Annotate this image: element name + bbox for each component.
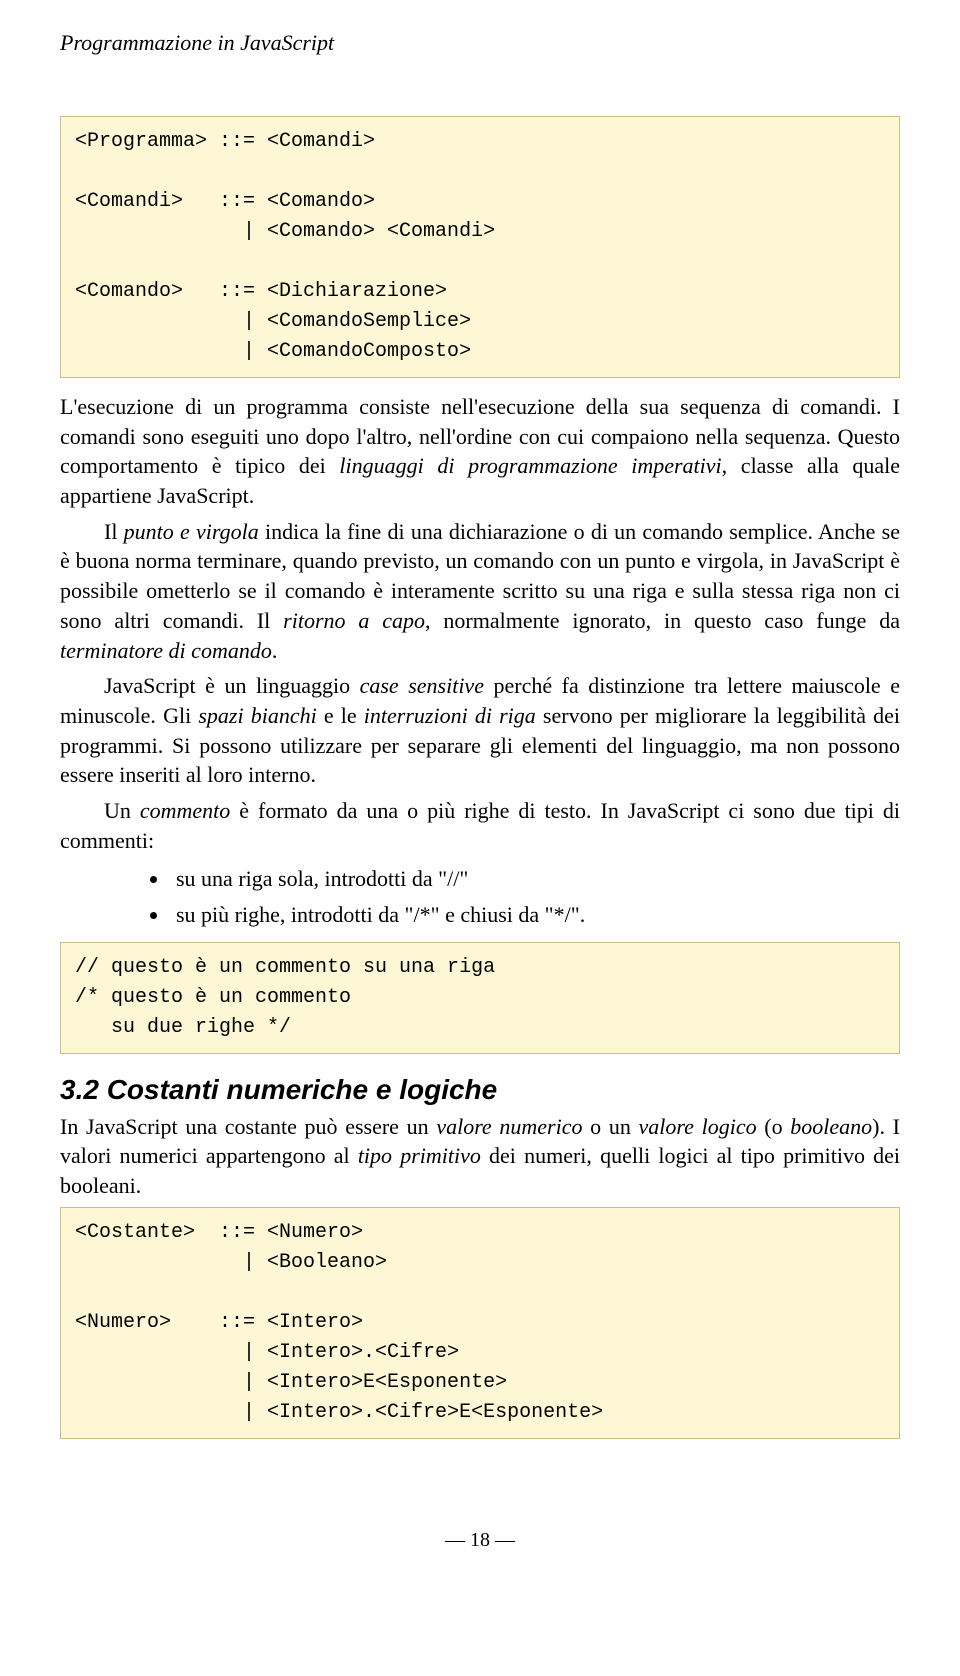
list-item: su una riga sola, introdotti da "//" xyxy=(170,861,900,896)
page-number: — 18 — xyxy=(60,1529,900,1552)
paragraph-constants: In JavaScript una costante può essere un… xyxy=(60,1112,900,1201)
paragraph-semicolon: Il punto e virgola indica la fine di una… xyxy=(60,517,900,665)
term-command-terminator: terminatore di comando xyxy=(60,638,272,663)
text: . xyxy=(272,638,278,663)
code-block-grammar-comandi: <Programma> ::= <Comandi> <Comandi> ::= … xyxy=(60,116,900,378)
text: Un xyxy=(104,798,140,823)
text: Il xyxy=(104,519,124,544)
term-case-sensitive: case sensitive xyxy=(360,673,484,698)
term-boolean: booleano xyxy=(790,1114,872,1139)
term-semicolon: punto e virgola xyxy=(124,519,259,544)
term-whitespace: spazi bianchi xyxy=(198,703,316,728)
term-numeric-value: valore numerico xyxy=(436,1114,582,1139)
term-logical-value: valore logico xyxy=(639,1114,757,1139)
comment-types-list: su una riga sola, introdotti da "//" su … xyxy=(60,861,900,931)
list-item: su più righe, introdotti da "/*" e chius… xyxy=(170,897,900,932)
term-newline: ritorno a capo xyxy=(283,608,425,633)
term-imperative-languages: linguaggi di programmazione imperativi xyxy=(339,453,721,478)
text: , normalmente ignorato, in questo caso f… xyxy=(425,608,900,633)
paragraph-case-sensitive: JavaScript è un linguaggio case sensitiv… xyxy=(60,671,900,790)
paragraph-execution: L'esecuzione di un programma consiste ne… xyxy=(60,392,900,511)
term-line-breaks: interruzioni di riga xyxy=(364,703,536,728)
text: (o xyxy=(757,1114,791,1139)
text: o un xyxy=(582,1114,638,1139)
text: In JavaScript una costante può essere un xyxy=(60,1114,436,1139)
text: JavaScript è un linguaggio xyxy=(104,673,360,698)
code-block-grammar-costante: <Costante> ::= <Numero> | <Booleano> <Nu… xyxy=(60,1207,900,1439)
paragraph-comments: Un commento è formato da una o più righe… xyxy=(60,796,900,855)
section-heading-3-2: 3.2 Costanti numeriche e logiche xyxy=(60,1074,900,1106)
term-primitive-type: tipo primitivo xyxy=(358,1143,481,1168)
text: e le xyxy=(317,703,364,728)
running-title: Programmazione in JavaScript xyxy=(60,30,900,56)
code-block-comment-example: // questo è un commento su una riga /* q… xyxy=(60,942,900,1054)
term-comment: commento xyxy=(140,798,230,823)
